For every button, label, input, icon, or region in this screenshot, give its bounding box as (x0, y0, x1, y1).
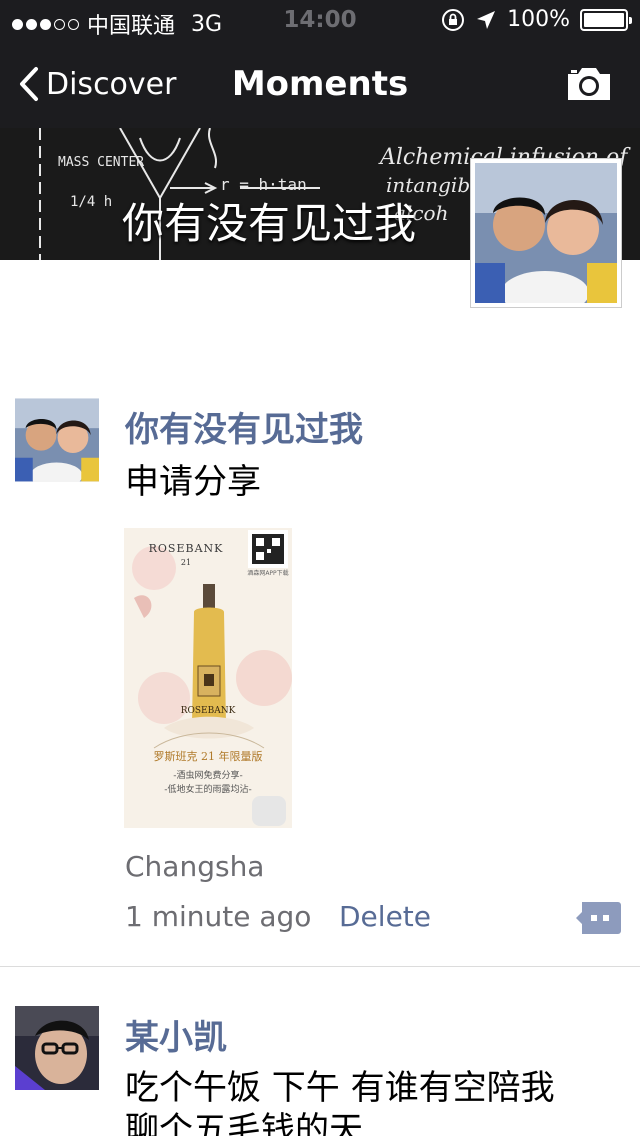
chalk-mass-text: MASS CENTER (58, 155, 144, 170)
post-location[interactable]: Changsha (125, 850, 264, 883)
post-text-line2: 聊个五毛钱的天 (125, 1110, 363, 1136)
chalk-fraction-text: 1/4 h (70, 194, 112, 210)
post-avatar-photo (15, 1006, 99, 1090)
poster-line1: -酒虫网免费分享- (173, 771, 243, 781)
location-arrow-icon (477, 10, 496, 29)
poster-line2: -低地女王的雨露均沾- (164, 785, 252, 795)
cover-name: 你有没有见过我 (122, 199, 417, 248)
battery-percent: 100% (507, 7, 570, 32)
post-avatar[interactable] (15, 398, 99, 482)
post-username[interactable]: 你有没有见过我 (125, 402, 363, 451)
post-text: 申请分享 (125, 462, 261, 502)
post-username[interactable]: 某小凯 (125, 1010, 227, 1059)
back-button[interactable]: Discover (18, 66, 176, 102)
top-bar: 中国联通 3G 14:00 100% Discover Moments (0, 0, 640, 128)
nav-bar: Discover Moments (0, 40, 640, 128)
poster-bottle-brand: ROSEBANK (180, 706, 236, 716)
poster-brand: ROSEBANK (148, 542, 224, 555)
couple-photo (475, 163, 617, 315)
post-avatar[interactable] (15, 1006, 99, 1090)
status-bar: 中国联通 3G 14:00 100% (0, 0, 640, 40)
battery-icon (580, 8, 632, 31)
poster-title: 罗斯班克 21 年限量版 (153, 750, 263, 763)
camera-icon (568, 68, 610, 100)
post-avatar-photo (15, 398, 99, 482)
chevron-left-icon (20, 67, 38, 101)
comment-icon (576, 902, 621, 934)
poster-age: 21 (180, 558, 192, 567)
comment-button[interactable] (574, 900, 622, 940)
poster-qr-caption: 酒森网APP下载 (247, 570, 289, 577)
post-divider (0, 966, 640, 967)
delete-button[interactable]: Delete (339, 900, 431, 933)
camera-button[interactable] (566, 66, 612, 106)
rotation-lock-icon (442, 8, 465, 31)
post-text: 吃个午饭 下午 有谁有空陪我 (125, 1068, 555, 1108)
status-right: 100% (441, 7, 632, 32)
post-time: 1 minute ago (125, 900, 312, 933)
back-label: Discover (46, 66, 177, 102)
profile-avatar[interactable] (470, 158, 622, 315)
post-image[interactable]: ROSEBANK 21 酒森网APP下载 ROSEBANK 罗斯班克 21 年限… (124, 528, 292, 828)
